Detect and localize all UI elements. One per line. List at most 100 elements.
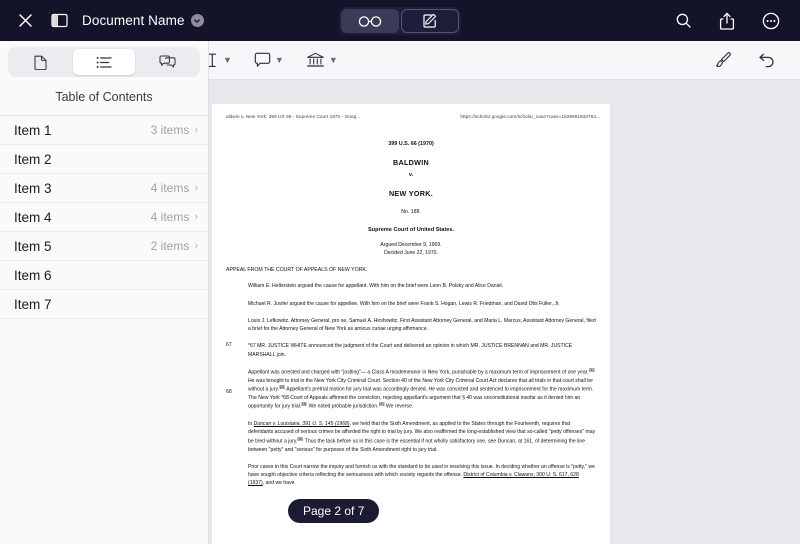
toc-item-meta: 4 items ›: [151, 210, 198, 224]
speech-bubbles-icon: [159, 55, 176, 68]
counsel-text-2: Michael R. Juviler argued the cause for …: [248, 300, 560, 307]
top-bar-right-group: [672, 10, 800, 32]
toc-item-label: Item 6: [14, 267, 52, 283]
toc-item-meta: 4 items ›: [151, 181, 198, 195]
more-ellipsis-circle-icon[interactable]: [760, 10, 782, 32]
sidebar-tab-pages[interactable]: [10, 49, 71, 75]
bank-building-icon: [306, 52, 324, 67]
opinion-text-2e: We reverse.: [384, 403, 414, 410]
opinion-paragraph-4: Prior cases in this Court narrow the inq…: [226, 463, 596, 488]
document-title[interactable]: Document Name: [82, 13, 204, 28]
table-of-contents-title: Table of Contents: [55, 90, 153, 104]
toc-item-meta: 3 items ›: [151, 123, 198, 137]
counsel-paragraph-2: Michael R. Juviler argued the cause for …: [226, 300, 596, 308]
document-canvas[interactable]: aldwin v. New York, 399 US 66 - Supreme …: [209, 80, 800, 544]
toc-item-label: Item 3: [14, 180, 52, 196]
opinion-paragraph-2: 68 Appellant was arrested and charged wi…: [226, 367, 596, 411]
appeal-line: APPEAL FROM THE COURT OF APPEALS OF NEW …: [226, 267, 368, 274]
case-party-respondent: NEW YORK.: [388, 189, 434, 198]
citation-link-duncan[interactable]: Duncan v. Louisiana, 391 U. S. 145 (1968…: [254, 421, 350, 427]
opinion-text-3: In Duncan v. Louisiana, 391 U. S. 145 (1…: [248, 420, 596, 454]
toc-item-meta: 2 items ›: [151, 239, 198, 253]
mode-markup-tab[interactable]: [401, 9, 459, 33]
opinion-text-2: Appellant was arrested and charged with …: [248, 367, 596, 411]
chevron-down-icon[interactable]: ▼: [223, 55, 232, 65]
top-bar: Document Name: [0, 0, 800, 41]
undo-button[interactable]: [758, 52, 776, 68]
opinion-paragraph-1: 67 *67 MR. JUSTICE WHITE announced the j…: [226, 342, 596, 359]
page-indicator: Page 2 of 7: [288, 499, 380, 523]
sidebar-tab-outline[interactable]: [73, 49, 135, 75]
table-of-contents-list: Item 1 3 items › Item 2 Item 3 4 items ›: [0, 115, 208, 319]
toc-item-count: 3 items: [150, 123, 190, 137]
chevron-right-icon[interactable]: ›: [194, 211, 198, 223]
sidebar-toggle-icon[interactable]: [48, 10, 70, 32]
footnote-ref[interactable]: [1]: [588, 367, 595, 372]
toc-item-2[interactable]: Item 2: [0, 145, 208, 174]
sidebar-tab-annotations[interactable]: [137, 49, 198, 75]
margin-page-67: 67: [226, 342, 232, 349]
opinion-text-1: *67 MR. JUSTICE WHITE announced the judg…: [248, 343, 573, 358]
margin-marker: [226, 463, 248, 488]
chevron-down-circle-icon[interactable]: [190, 14, 204, 27]
chevron-right-icon[interactable]: ›: [194, 182, 198, 194]
document-title-text: Document Name: [82, 13, 185, 28]
toc-item-label: Item 5: [14, 238, 52, 254]
markup-tool-group: ▼ ▼ ▼: [206, 52, 338, 69]
opinion-text-2c: Appellant's pretrial motion for jury tri…: [248, 386, 594, 410]
chevron-right-icon[interactable]: ›: [194, 240, 198, 252]
close-x-icon[interactable]: [14, 10, 36, 32]
toc-item-label: Item 4: [14, 209, 52, 225]
margin-marker: [226, 420, 248, 454]
toc-item-label: Item 2: [14, 151, 52, 167]
toc-item-3[interactable]: Item 3 4 items ›: [0, 174, 208, 203]
comment-bubble-icon: [254, 52, 271, 67]
court-name: Supreme Court of United States.: [367, 227, 455, 233]
sidebar-tab-switch: [8, 47, 200, 77]
opinion-text-4: Prior cases in this Court narrow the inq…: [248, 463, 596, 488]
chevron-down-icon[interactable]: ▼: [329, 55, 338, 65]
sidebar-panel: Table of Contents Item 1 3 items › Item …: [0, 41, 209, 544]
margin-marker: [226, 317, 248, 334]
toc-item-label: Item 1: [14, 122, 52, 138]
toc-item-7[interactable]: Item 7: [0, 290, 208, 319]
margin-marker: [226, 282, 248, 290]
toc-item-count: 2 items: [150, 239, 190, 253]
toc-item-5[interactable]: Item 5 2 items ›: [0, 232, 208, 261]
toc-item-count: 4 items: [150, 210, 190, 224]
toc-item-6[interactable]: Item 6: [0, 261, 208, 290]
text-tool-button[interactable]: ▼: [206, 53, 232, 68]
decided-date: Decided June 22, 1970.: [384, 249, 438, 256]
counsel-paragraph-3: Louis J. Lefkowitz, Attorney General, pr…: [226, 317, 596, 334]
chevron-down-icon[interactable]: ▼: [275, 55, 284, 65]
reading-glasses-icon: [358, 15, 382, 27]
search-icon[interactable]: [672, 10, 694, 32]
case-docket-number: No. 188.: [401, 209, 421, 215]
toc-item-count: 4 items: [150, 181, 190, 195]
share-upload-icon[interactable]: [716, 10, 738, 32]
counsel-paragraph-1: William E. Hellerstein argued the cause …: [226, 282, 596, 290]
opinion-text-4b: , and we have: [262, 480, 295, 487]
brush-button[interactable]: [714, 51, 732, 69]
comment-tool-button[interactable]: ▼: [254, 52, 284, 68]
mode-read-tab[interactable]: [341, 9, 399, 33]
margin-marker: [226, 300, 248, 308]
toc-item-label: Item 7: [14, 296, 52, 312]
toc-item-1[interactable]: Item 1 3 items ›: [0, 116, 208, 145]
markup-toolbar-right: [714, 51, 800, 69]
list-outline-icon: [96, 56, 112, 68]
toc-item-4[interactable]: Item 4 4 items ›: [0, 203, 208, 232]
opinion-text-2a: Appellant was arrested and charged with …: [248, 369, 589, 376]
page-header-url: https://scholar.google.com/scholar_case?…: [460, 114, 601, 119]
top-bar-left-group: Document Name: [0, 10, 204, 32]
bank-tool-button[interactable]: ▼: [306, 52, 338, 69]
case-citation: 399 U.S. 66 (1970): [388, 141, 434, 147]
undo-arrow-icon: [759, 53, 774, 68]
chevron-right-icon[interactable]: ›: [194, 124, 198, 136]
pencil-square-icon: [423, 13, 437, 28]
opinion-paragraph-3: In Duncan v. Louisiana, 391 U. S. 145 (1…: [226, 420, 596, 454]
margin-page-68: 68: [226, 368, 248, 411]
document-page: aldwin v. New York, 399 US 66 - Supreme …: [212, 104, 610, 544]
argued-date: Argued December 9, 1969.: [380, 242, 442, 248]
view-mode-switch: [339, 7, 461, 35]
